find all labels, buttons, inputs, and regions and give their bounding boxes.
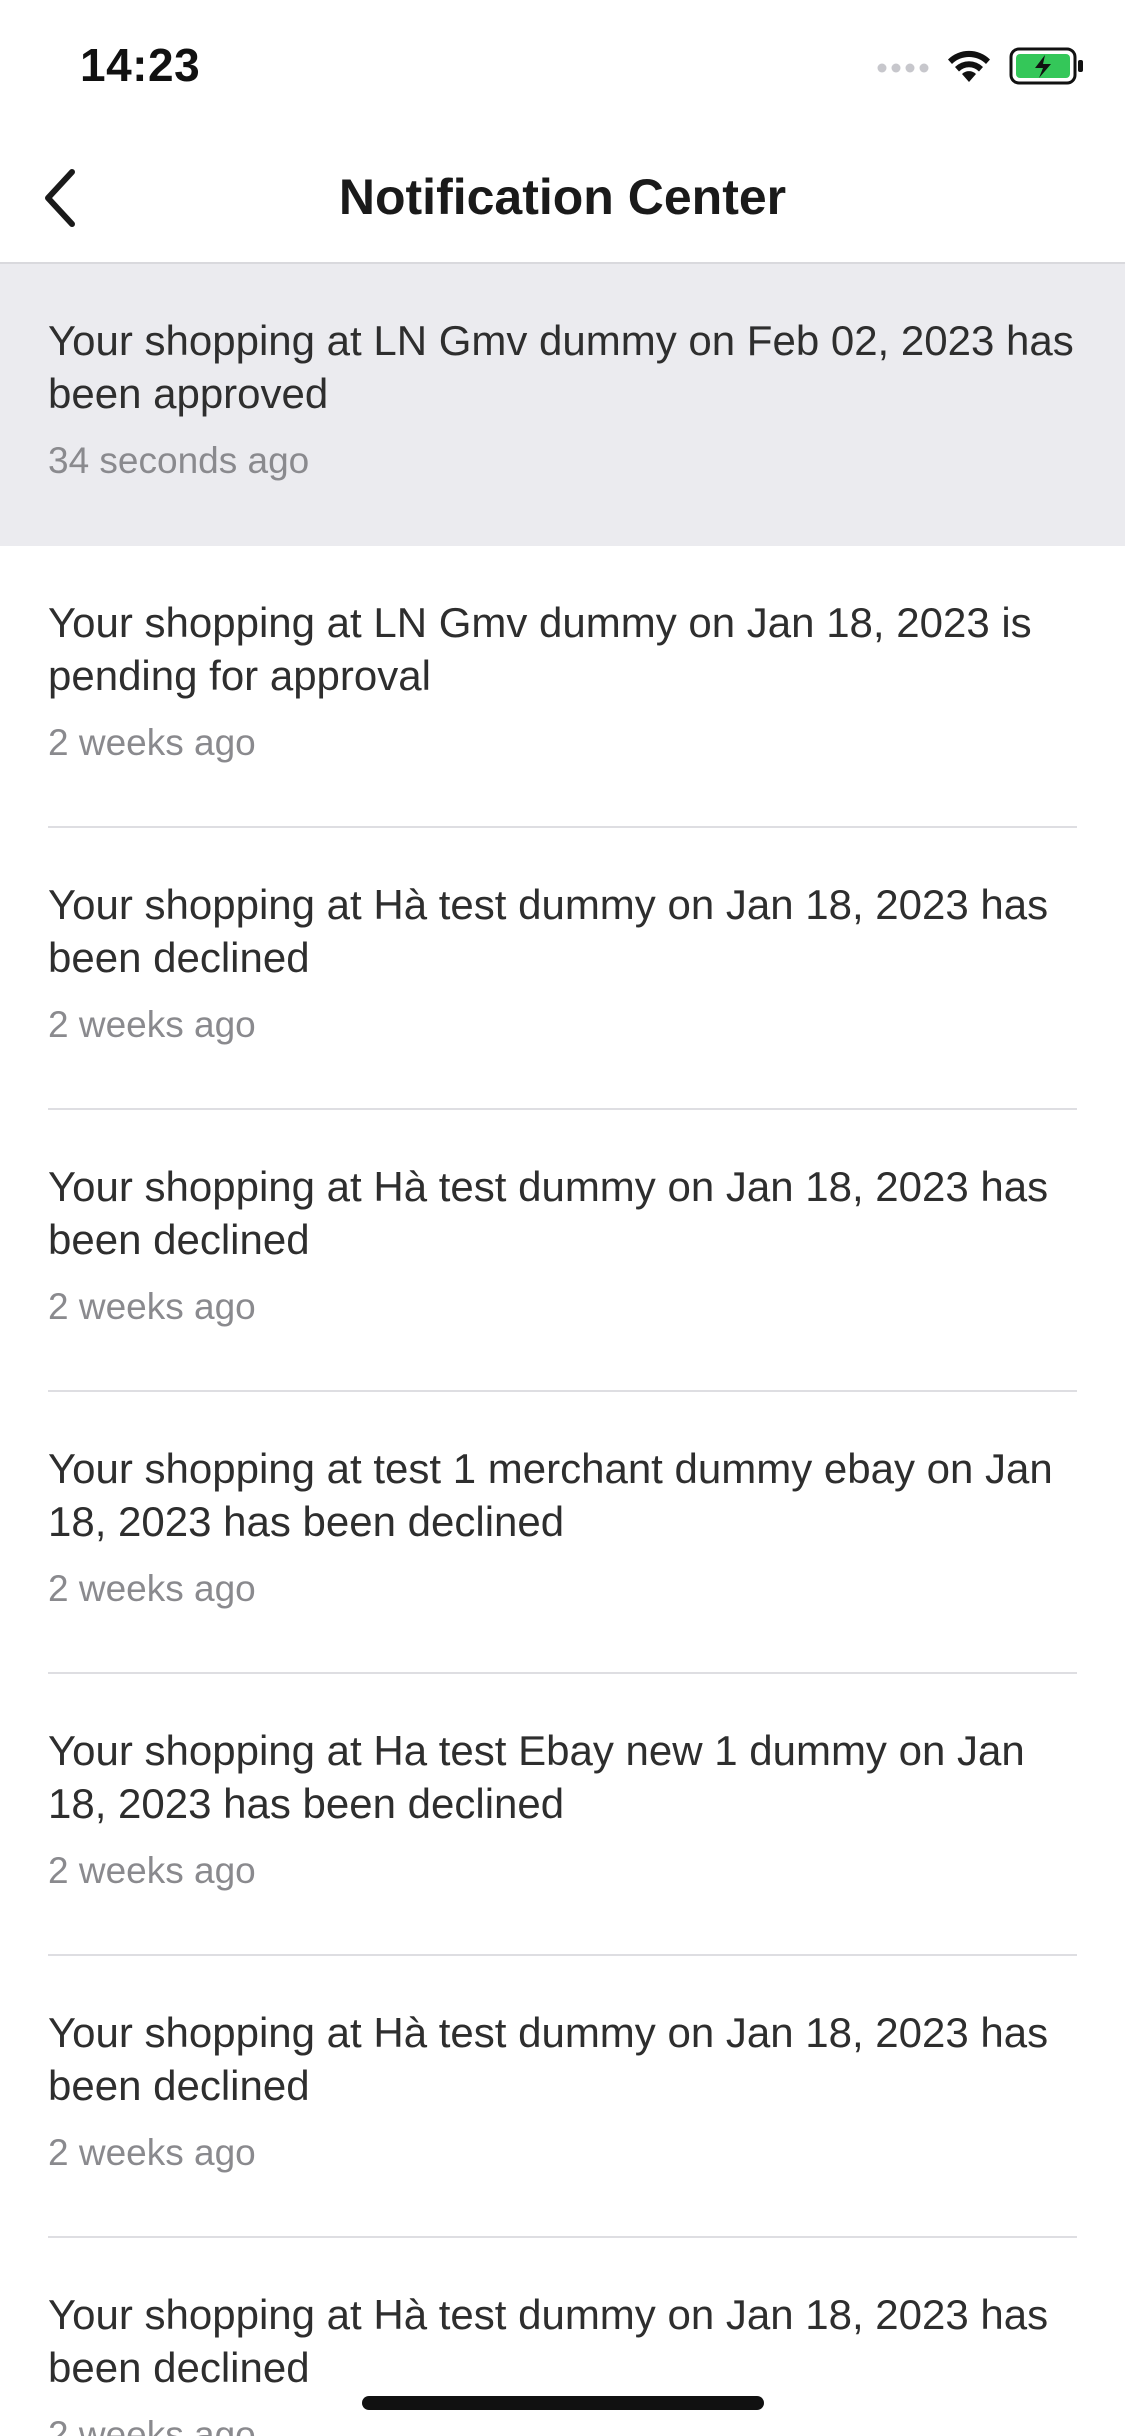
notification-time: 2 weeks ago: [48, 722, 256, 763]
notification-message: Your shopping at LN Gmv dummy on Jan 18,…: [48, 599, 1032, 699]
notification-item[interactable]: Your shopping at Hà test dummy on Jan 18…: [0, 828, 1125, 1110]
notification-message: Your shopping at LN Gmv dummy on Feb 02,…: [48, 317, 1074, 417]
notification-message: Your shopping at Hà test dummy on Jan 18…: [48, 2009, 1049, 2109]
notification-item[interactable]: Your shopping at Hà test dummy on Jan 18…: [0, 1956, 1125, 2238]
page-title: Notification Center: [338, 169, 787, 225]
notification-item[interactable]: Your shopping at LN Gmv dummy on Feb 02,…: [0, 264, 1125, 546]
notification-item[interactable]: Your shopping at Ha test Ebay new 1 dumm…: [0, 1674, 1125, 1956]
notification-time: 2 weeks ago: [48, 1004, 256, 1045]
battery-charging-icon: [1009, 47, 1085, 90]
home-indicator[interactable]: [362, 2396, 764, 2410]
notification-message: Your shopping at Hà test dummy on Jan 18…: [48, 2291, 1049, 2391]
notification-time: 2 weeks ago: [48, 1568, 256, 1609]
notification-list: Your shopping at LN Gmv dummy on Feb 02,…: [0, 264, 1125, 2436]
notification-item[interactable]: Your shopping at test 1 merchant dummy e…: [0, 1392, 1125, 1674]
notification-message: Your shopping at Hà test dummy on Jan 18…: [48, 1163, 1049, 1263]
notification-center-screen: 14:23 Notification Center Your shopping …: [0, 0, 1125, 2436]
notification-time: 2 weeks ago: [48, 2132, 256, 2173]
notification-message: Your shopping at Hà test dummy on Jan 18…: [48, 881, 1049, 981]
notification-item[interactable]: Your shopping at Hà test dummy on Jan 18…: [0, 1110, 1125, 1392]
notification-time: 2 weeks ago: [48, 1286, 256, 1327]
status-time: 14:23: [80, 39, 201, 91]
status-icons: [877, 46, 1085, 90]
notification-item[interactable]: Your shopping at LN Gmv dummy on Jan 18,…: [0, 546, 1125, 828]
status-bar: 14:23: [0, 0, 1125, 136]
notification-message: Your shopping at Ha test Ebay new 1 dumm…: [48, 1727, 1025, 1827]
notification-time: 2 weeks ago: [48, 1850, 256, 1891]
navigation-bar: Notification Center: [0, 136, 1125, 264]
notification-time: 2 weeks ago: [48, 2414, 256, 2436]
notification-message: Your shopping at test 1 merchant dummy e…: [48, 1445, 1053, 1545]
signal-icon: [877, 59, 929, 78]
notification-time: 34 seconds ago: [48, 440, 310, 481]
wifi-icon: [945, 48, 993, 89]
